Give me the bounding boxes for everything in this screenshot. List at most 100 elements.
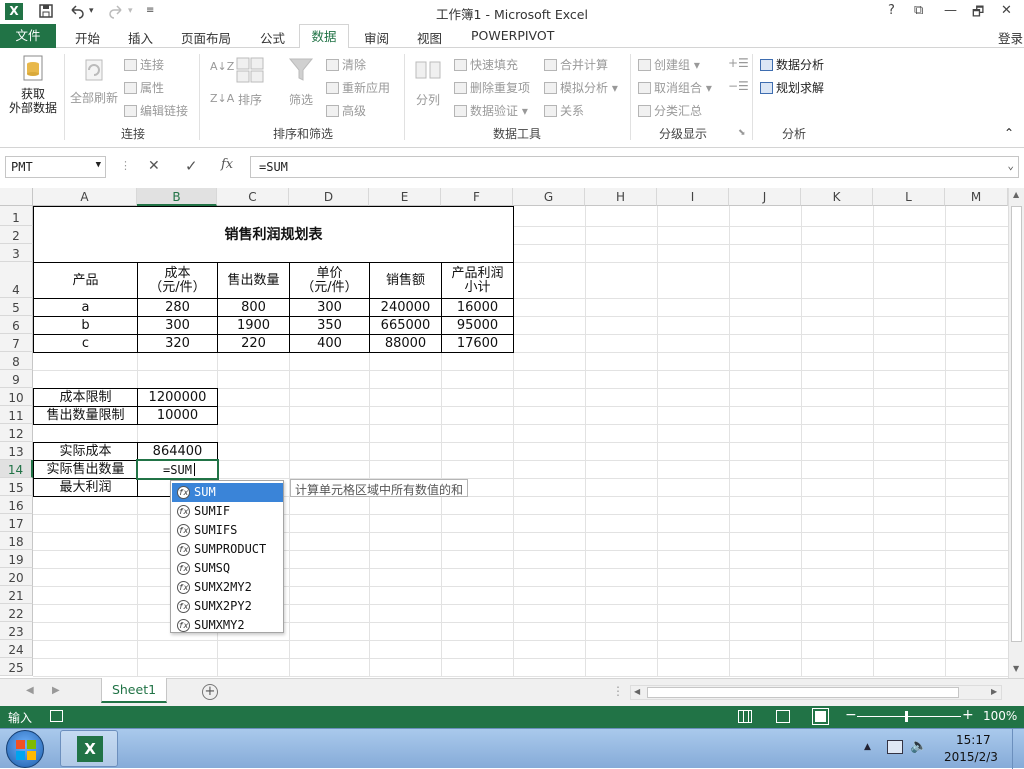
zoom-level[interactable]: 100% xyxy=(983,709,1017,723)
autocomplete-item[interactable]: fx SUMIFS xyxy=(172,521,283,540)
column-header-a[interactable]: A xyxy=(33,188,137,206)
clock-time[interactable]: 15:17 xyxy=(956,733,991,747)
table-data-cell[interactable]: c xyxy=(34,335,137,352)
table-data-cell[interactable]: 240000 xyxy=(370,299,441,316)
scroll-left-icon[interactable]: ◀ xyxy=(634,687,640,696)
tab-powerpivot[interactable]: POWERPIVOT xyxy=(471,28,554,43)
worksheet-grid[interactable]: ABCDEFGHIJKLM 1 2 3 4 5 6 7 8 9 10 11 12 13 14 15 16 17 1… xyxy=(0,188,1024,678)
autocomplete-item[interactable]: fx SUMX2MY2 xyxy=(172,578,283,597)
horizontal-scroll-thumb[interactable] xyxy=(647,687,959,698)
table-data-cell[interactable]: 17600 xyxy=(442,335,513,352)
table-data-cell[interactable]: 320 xyxy=(138,335,217,352)
zoom-in-icon[interactable]: + xyxy=(962,707,974,723)
column-header-k[interactable]: K xyxy=(801,188,873,206)
function-autocomplete-list[interactable]: fx SUM fx SUMIF fx SUMIFS fx SUMPRODUCT fx SUMSQ f… xyxy=(170,480,284,633)
row-header-8[interactable]: 8 xyxy=(0,352,33,370)
new-sheet-button[interactable]: + xyxy=(202,684,218,700)
row-header-17[interactable]: 17 xyxy=(0,514,33,532)
label-cell-cost-limit[interactable]: 成本限制 xyxy=(34,389,137,406)
table-data-cell[interactable]: b xyxy=(34,317,137,334)
row-header-21[interactable]: 21 xyxy=(0,586,33,604)
formula-input[interactable]: =SUM ⌄ xyxy=(250,156,1019,178)
minimize-button[interactable]: — xyxy=(944,3,957,18)
autocomplete-item[interactable]: fx SUMPRODUCT xyxy=(172,540,283,559)
row-header-4[interactable]: 4 xyxy=(0,262,33,298)
select-all-corner[interactable] xyxy=(0,188,33,206)
column-header-i[interactable]: I xyxy=(657,188,729,206)
zoom-slider-thumb[interactable] xyxy=(905,711,908,722)
table-header-cell[interactable]: 单价 （元/件） xyxy=(290,263,369,298)
start-button[interactable] xyxy=(6,730,44,768)
normal-view-icon[interactable] xyxy=(738,710,752,723)
column-header-m[interactable]: M xyxy=(945,188,1008,206)
autocomplete-item[interactable]: fx SUMIF xyxy=(172,502,283,521)
row-header-25[interactable]: 25 xyxy=(0,658,33,676)
tab-file[interactable]: 文件 xyxy=(0,24,56,48)
data-analysis-button[interactable]: 数据分析 xyxy=(760,56,824,73)
autocomplete-item[interactable]: fx SUMXMY2 xyxy=(172,616,283,635)
volume-icon[interactable]: 🔈 xyxy=(910,738,927,754)
column-header-d[interactable]: D xyxy=(289,188,369,206)
column-header-c[interactable]: C xyxy=(217,188,289,206)
row-header-9[interactable]: 9 xyxy=(0,370,33,388)
table-data-cell[interactable]: 280 xyxy=(138,299,217,316)
macro-record-icon[interactable] xyxy=(50,710,63,722)
collapse-ribbon-icon[interactable]: ⌃ xyxy=(1004,126,1014,140)
table-header-cell[interactable]: 售出数量 xyxy=(218,263,289,298)
vertical-scroll-thumb[interactable] xyxy=(1011,206,1022,642)
table-data-cell[interactable]: a xyxy=(34,299,137,316)
row-header-7[interactable]: 7 xyxy=(0,334,33,352)
horizontal-scrollbar[interactable]: ◀ ▶ xyxy=(630,685,1002,700)
zoom-slider[interactable] xyxy=(857,716,961,717)
get-external-data-button[interactable]: 获取 外部数据 xyxy=(4,54,62,124)
row-header-16[interactable]: 16 xyxy=(0,496,33,514)
name-box[interactable]: PMT ▼ xyxy=(5,156,106,178)
table-data-cell[interactable]: 88000 xyxy=(370,335,441,352)
column-header-e[interactable]: E xyxy=(369,188,441,206)
tab-view[interactable]: 视图 xyxy=(417,28,442,47)
table-data-cell[interactable]: 1900 xyxy=(218,317,289,334)
row-header-5[interactable]: 5 xyxy=(0,298,33,316)
table-data-cell[interactable]: 300 xyxy=(290,299,369,316)
table-header-cell[interactable]: 产品利润 小计 xyxy=(442,263,513,298)
tab-page-layout[interactable]: 页面布局 xyxy=(181,28,231,47)
zoom-out-icon[interactable]: − xyxy=(845,707,857,723)
sheet-tab-sheet1[interactable]: Sheet1 xyxy=(101,678,167,703)
scroll-up-icon[interactable]: ▲ xyxy=(1013,190,1019,199)
column-header-g[interactable]: G xyxy=(513,188,585,206)
label-cell-max-profit[interactable]: 最大利润 xyxy=(34,479,137,496)
row-header-11[interactable]: 11 xyxy=(0,406,33,424)
row-header-3[interactable]: 3 xyxy=(0,244,33,262)
row-header-24[interactable]: 24 xyxy=(0,640,33,658)
scroll-right-icon[interactable]: ▶ xyxy=(991,687,997,696)
column-header-h[interactable]: H xyxy=(585,188,657,206)
page-break-preview-icon[interactable] xyxy=(812,708,829,725)
scroll-down-icon[interactable]: ▼ xyxy=(1013,664,1019,673)
name-box-dropdown-icon[interactable]: ▼ xyxy=(96,160,101,170)
value-cell-cost-limit[interactable]: 1200000 xyxy=(138,389,217,406)
insert-function-icon[interactable]: fx xyxy=(221,157,233,172)
outline-dialog-launcher-icon[interactable]: ⬊ xyxy=(738,128,746,138)
row-header-14[interactable]: 14 xyxy=(0,460,33,478)
scroll-sheets-left-icon[interactable]: ◀ xyxy=(26,685,34,696)
tab-review[interactable]: 审阅 xyxy=(364,28,389,47)
label-cell-qty-limit[interactable]: 售出数量限制 xyxy=(34,407,137,424)
label-cell-actual-qty[interactable]: 实际售出数量 xyxy=(34,461,137,478)
row-header-2[interactable]: 2 xyxy=(0,226,33,244)
table-data-cell[interactable]: 95000 xyxy=(442,317,513,334)
tab-insert[interactable]: 插入 xyxy=(128,28,153,47)
row-header-20[interactable]: 20 xyxy=(0,568,33,586)
table-data-cell[interactable]: 300 xyxy=(138,317,217,334)
table-data-cell[interactable]: 220 xyxy=(218,335,289,352)
table-data-cell[interactable]: 800 xyxy=(218,299,289,316)
close-button[interactable]: ✕ xyxy=(1001,3,1012,18)
row-header-19[interactable]: 19 xyxy=(0,550,33,568)
value-cell-actual-cost[interactable]: 864400 xyxy=(138,443,217,460)
row-header-10[interactable]: 10 xyxy=(0,388,33,406)
show-desktop-button[interactable] xyxy=(1012,729,1024,769)
row-header-13[interactable]: 13 xyxy=(0,442,33,460)
sheet-title-cell[interactable]: 销售利润规划表 xyxy=(34,207,513,262)
taskbar-excel-button[interactable]: X xyxy=(60,730,118,767)
show-hidden-icons-icon[interactable]: ▲ xyxy=(864,742,871,752)
tab-home[interactable]: 开始 xyxy=(75,28,100,47)
